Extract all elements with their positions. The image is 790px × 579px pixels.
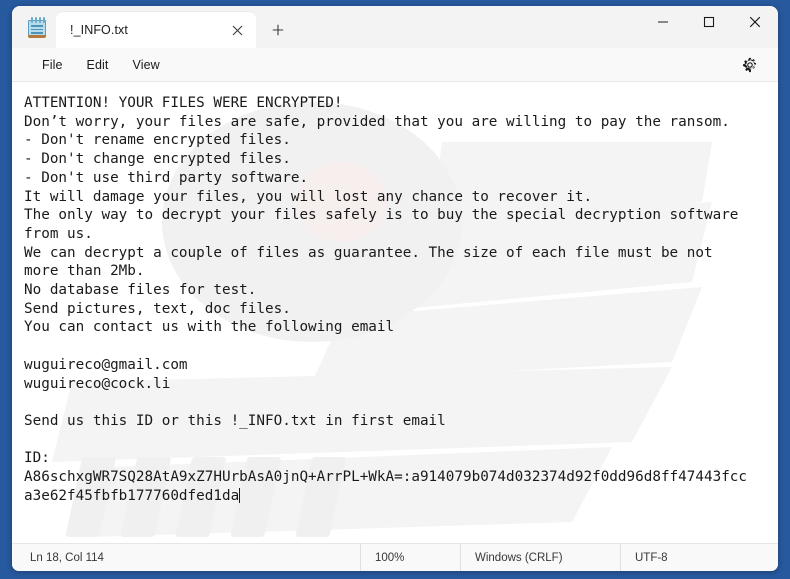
gear-icon[interactable]	[736, 52, 764, 78]
menu-bar: File Edit View	[12, 48, 778, 82]
minimize-icon[interactable]	[640, 6, 686, 38]
close-icon[interactable]	[224, 17, 250, 43]
tab-title: !_INFO.txt	[70, 23, 128, 37]
menu-view[interactable]: View	[121, 54, 172, 76]
status-zoom-level[interactable]: 100%	[360, 544, 460, 571]
desktop-background: !_INFO.txt File Edit View ATTENTION! YOU…	[0, 0, 790, 579]
close-icon[interactable]	[732, 6, 778, 38]
menu-file[interactable]: File	[30, 54, 75, 76]
status-line-ending[interactable]: Windows (CRLF)	[460, 544, 620, 571]
maximize-icon[interactable]	[686, 6, 732, 38]
editor-text: ATTENTION! YOUR FILES WERE ENCRYPTED! Do…	[24, 95, 748, 504]
editor-area[interactable]: ATTENTION! YOUR FILES WERE ENCRYPTED! Do…	[12, 82, 778, 543]
text-content[interactable]: ATTENTION! YOUR FILES WERE ENCRYPTED! Do…	[12, 82, 778, 543]
text-caret	[239, 487, 241, 503]
tab-info-txt[interactable]: !_INFO.txt	[56, 12, 256, 48]
menu-edit[interactable]: Edit	[75, 54, 121, 76]
plus-icon[interactable]	[262, 14, 294, 46]
status-bar: Ln 18, Col 114 100% Windows (CRLF) UTF-8	[12, 543, 778, 571]
notepad-window: !_INFO.txt File Edit View ATTENTION! YOU…	[12, 6, 778, 571]
status-cursor-position[interactable]: Ln 18, Col 114	[30, 544, 360, 571]
title-bar: !_INFO.txt	[12, 6, 778, 48]
window-controls	[640, 6, 778, 48]
status-encoding[interactable]: UTF-8	[620, 544, 668, 571]
notepad-icon	[22, 13, 52, 43]
